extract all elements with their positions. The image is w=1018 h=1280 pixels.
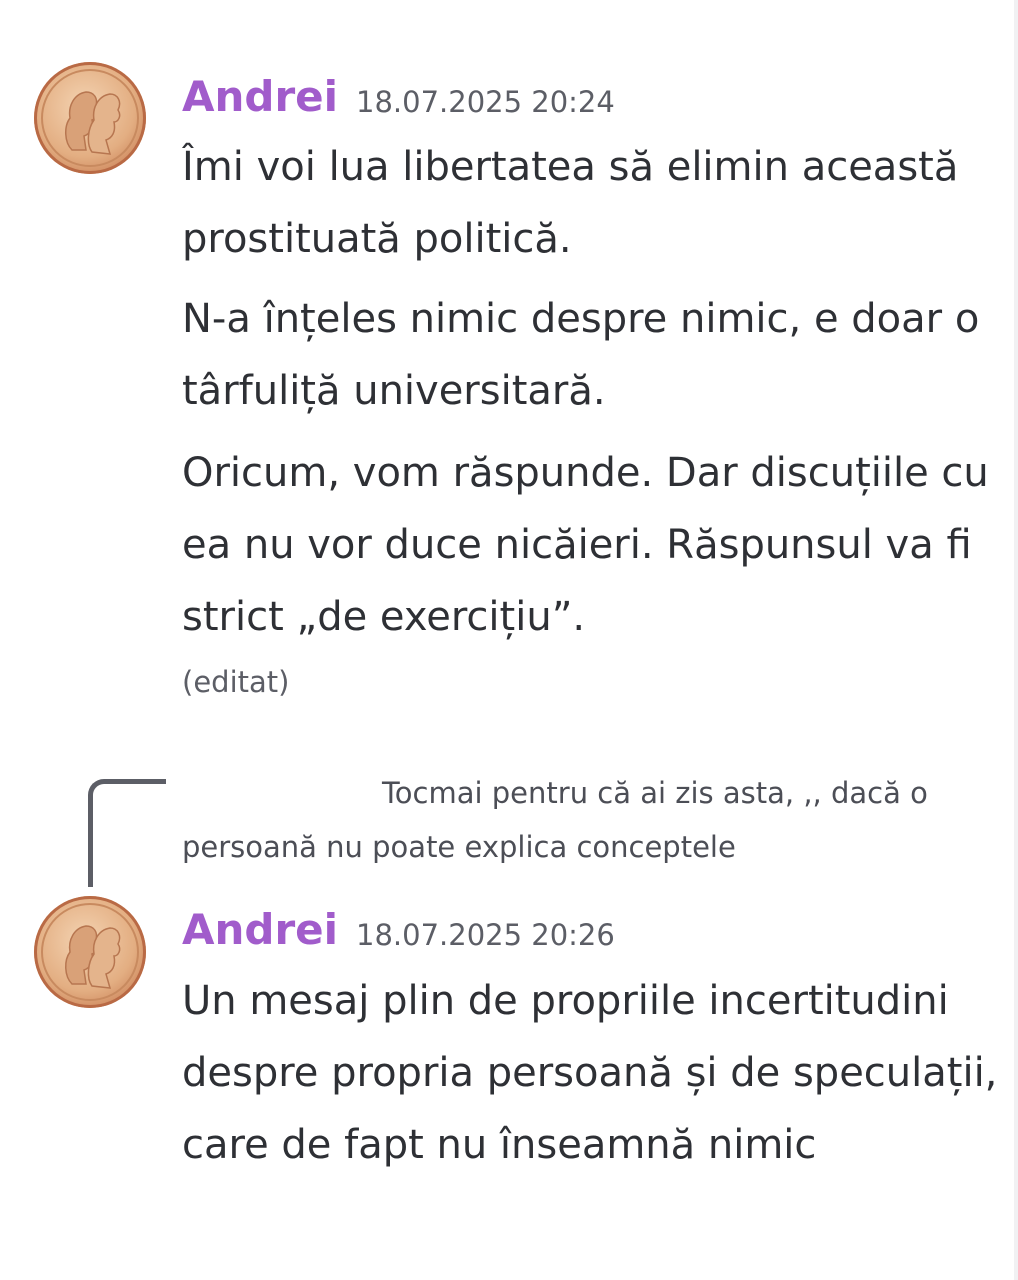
medal-portrait-avatar-icon (41, 903, 139, 1001)
message-paragraph: Oricum, vom răspunde. Dar discuțiile cu … (182, 450, 989, 640)
message-paragraph: Îmi voi lua libertatea să elimin această… (182, 144, 959, 262)
edited-label: (editat) (182, 665, 290, 699)
user-avatar[interactable] (34, 896, 146, 1008)
medal-portrait-avatar-icon (41, 69, 139, 167)
message-paragraph: Un mesaj plin de propriile incertitudini… (182, 978, 998, 1168)
message-timestamp: 18.07.2025 20:24 (356, 85, 615, 119)
message-paragraph: N-a înțeles nimic despre nimic, e doar o… (182, 296, 980, 414)
reply-preview[interactable]: Tocmai pentru că ai zis asta, ,, dacă o … (182, 766, 982, 874)
message-timestamp: 18.07.2025 20:26 (356, 918, 615, 952)
author-name[interactable]: Andrei (182, 73, 338, 121)
author-name[interactable]: Andrei (182, 906, 338, 954)
scroll-track (1014, 0, 1018, 1280)
reply-spine-icon (88, 779, 166, 887)
user-avatar[interactable] (34, 62, 146, 174)
